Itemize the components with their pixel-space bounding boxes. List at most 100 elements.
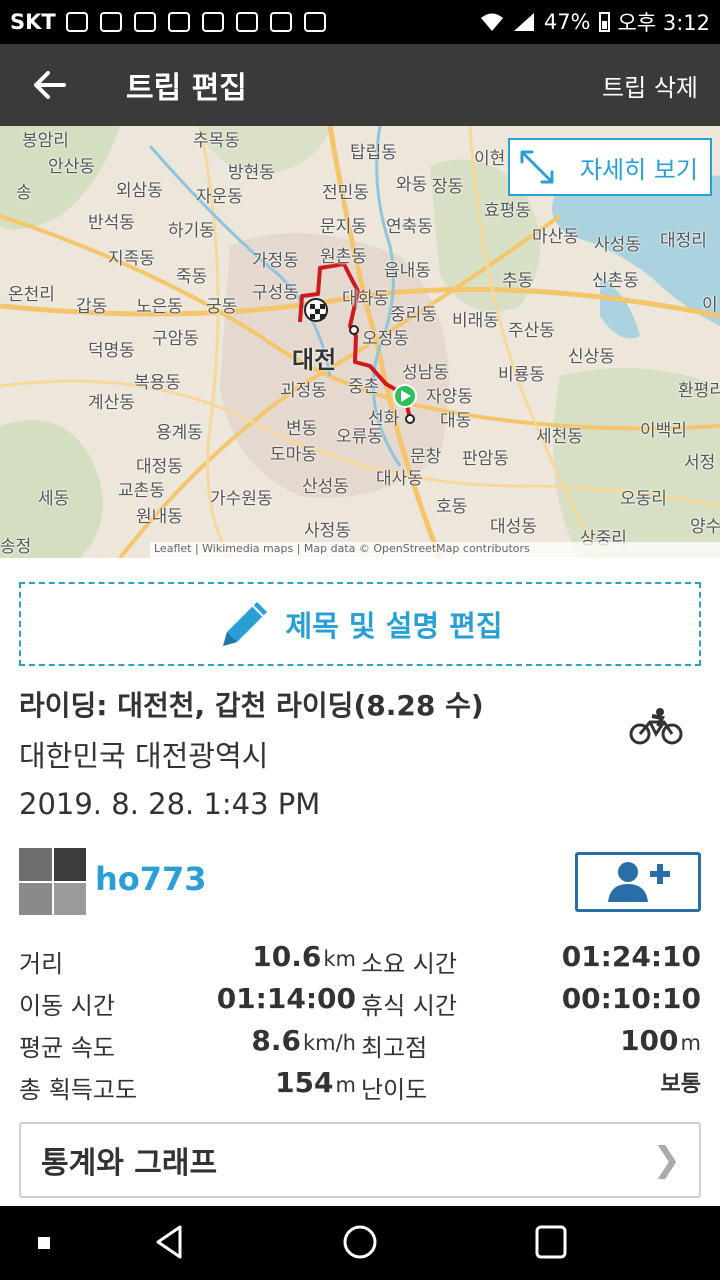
max-elevation-number: 100 <box>620 1024 679 1057</box>
difficulty-label: 난이도 <box>361 1076 428 1104</box>
map-place-label: 대사동 <box>376 469 423 489</box>
system-status: 47% 오후 3:12 <box>480 7 710 37</box>
map-place-label: 세천동 <box>536 427 583 447</box>
map-place-label: 오정동 <box>362 329 409 349</box>
trip-datetime: 2019. 8. 28. 1:43 PM <box>19 787 321 821</box>
avg-speed-unit: km/h <box>302 1031 356 1055</box>
map-place-label: 송정 <box>0 537 32 557</box>
map-place-label: 교촌동 <box>118 481 165 501</box>
distance-number: 10.6 <box>252 940 322 973</box>
max-elevation-label: 최고점 <box>361 1034 428 1062</box>
app-b-icon <box>235 12 258 32</box>
carrier-label: SKT <box>10 10 56 34</box>
mail-icon <box>201 12 224 32</box>
battery-percent: 47% <box>543 10 591 34</box>
elevation-gain-unit: m <box>335 1073 356 1097</box>
pencil-icon <box>223 602 268 646</box>
map-place-label: 대화동 <box>342 289 389 309</box>
elevation-gain-value: 154m <box>275 1066 356 1099</box>
map-place-label: 원촌동 <box>320 247 367 267</box>
rest-time-label: 휴식 시간 <box>361 992 457 1020</box>
map-place-label: 송 <box>16 183 32 203</box>
map-place-label: 노은동 <box>136 297 183 317</box>
map-place-label: 원내동 <box>136 507 183 527</box>
edit-title-description-button[interactable]: 제목 및 설명 편집 <box>19 582 701 666</box>
map-place-label: 신상동 <box>568 347 615 367</box>
map-place-label: 중촌 <box>348 377 380 397</box>
map-place-label: 온천리 <box>8 285 55 305</box>
map-place-label: 효평동 <box>484 201 531 221</box>
map-place-label: 괴정동 <box>280 381 327 401</box>
stat-row: 이동 시간 01:14:00 휴식 시간 00:10:10 <box>19 980 701 1022</box>
avatar-photo-2 <box>53 848 86 881</box>
back-button[interactable] <box>0 44 100 126</box>
map-place-label: 갑동 <box>76 297 108 317</box>
map-place-label: 이 <box>702 295 718 315</box>
map-place-label: 사성동 <box>594 235 641 255</box>
map-place-label: 산성동 <box>302 477 349 497</box>
stat-row: 거리 10.6km 소요 시간 01:24:10 <box>19 938 701 980</box>
page-title: 트립 편집 <box>126 71 247 106</box>
map-place-label: 도마동 <box>270 445 317 465</box>
map-place-label: 오동리 <box>620 489 667 509</box>
nav-recents-icon[interactable] <box>534 1224 568 1260</box>
map-place-label: 덕명동 <box>88 341 135 361</box>
map-place-label: 주산동 <box>508 321 555 341</box>
trip-title: 라이딩: 대전천, 갑천 라이딩(8.28 수) <box>19 689 484 722</box>
message-icon <box>65 12 88 32</box>
map-place-label: 외삼동 <box>116 181 163 201</box>
map-place-label: 자운동 <box>196 187 243 207</box>
map-place-label: 구암동 <box>152 329 199 349</box>
rest-time-value: 00:10:10 <box>562 982 701 1015</box>
map-place-label: 이백리 <box>640 421 687 441</box>
edit-title-label: 제목 및 설명 편집 <box>285 609 503 643</box>
map-place-label: 가수원동 <box>210 489 273 509</box>
elevation-gain-label: 총 획득고도 <box>19 1076 138 1104</box>
nav-back-icon[interactable] <box>154 1224 184 1260</box>
map-attribution[interactable]: Leaflet | Wikimedia maps | Map data © Op… <box>150 542 720 558</box>
elapsed-time-label: 소요 시간 <box>361 950 457 978</box>
expand-icon <box>520 150 554 184</box>
wifi-icon <box>480 13 503 31</box>
elevation-gain-number: 154 <box>275 1066 334 1099</box>
elapsed-time-number: 01:24:10 <box>561 940 701 973</box>
map-place-label: 읍내동 <box>384 261 431 281</box>
add-friend-button[interactable] <box>575 852 701 912</box>
trip-map[interactable]: 봉암리 추목동 이현 안산동 탑립동 방현동 와동 장동 외삼동 송 자운동 전… <box>0 126 720 558</box>
map-place-label: 전민동 <box>322 183 369 203</box>
map-place-label: 죽동 <box>176 267 208 287</box>
map-place-label: 세동 <box>38 489 70 509</box>
nav-home-icon[interactable] <box>342 1224 378 1260</box>
battery-icon <box>598 12 610 32</box>
bicycle-icon <box>629 708 683 745</box>
distance-unit: km <box>323 947 356 971</box>
map-place-label: 대정리 <box>660 231 707 251</box>
avatar-photo-1 <box>19 848 52 881</box>
dot-menu-icon[interactable] <box>38 1237 50 1249</box>
map-place-label: 환평리 <box>678 381 720 401</box>
map-detail-button[interactable]: 자세히 보기 <box>508 138 712 196</box>
distance-label: 거리 <box>19 950 64 978</box>
max-elevation-value: 100m <box>620 1024 701 1057</box>
map-place-label: 이현 <box>474 149 506 169</box>
map-place-label: 지족동 <box>108 249 155 269</box>
avg-speed-value: 8.6km/h <box>251 1024 356 1057</box>
username[interactable]: ho773 <box>95 860 207 898</box>
app-bar: 트립 편집 트립 삭제 <box>0 44 720 126</box>
delete-trip-button[interactable]: 트립 삭제 <box>602 68 720 103</box>
map-place-label: 비룡동 <box>498 365 545 385</box>
distance-value: 10.6km <box>252 940 356 973</box>
map-place-label: 마산동 <box>532 227 579 247</box>
map-place-label: 양수 <box>690 517 720 537</box>
map-place-label: 변동 <box>286 419 318 439</box>
map-place-label: 문지동 <box>320 217 367 237</box>
stat-row: 평균 속도 8.6km/h 최고점 100m <box>19 1022 701 1064</box>
chat-icon <box>133 12 156 32</box>
stats-graphs-button[interactable]: 통계와 그래프 ❯ <box>19 1122 701 1198</box>
avatar[interactable] <box>19 848 86 915</box>
feather-icon <box>269 12 292 32</box>
map-place-label: 하기동 <box>168 221 215 241</box>
map-place-label: 추목동 <box>193 131 240 151</box>
city-label: 대전 <box>292 346 337 374</box>
chevron-right-icon: ❯ <box>652 1140 682 1180</box>
